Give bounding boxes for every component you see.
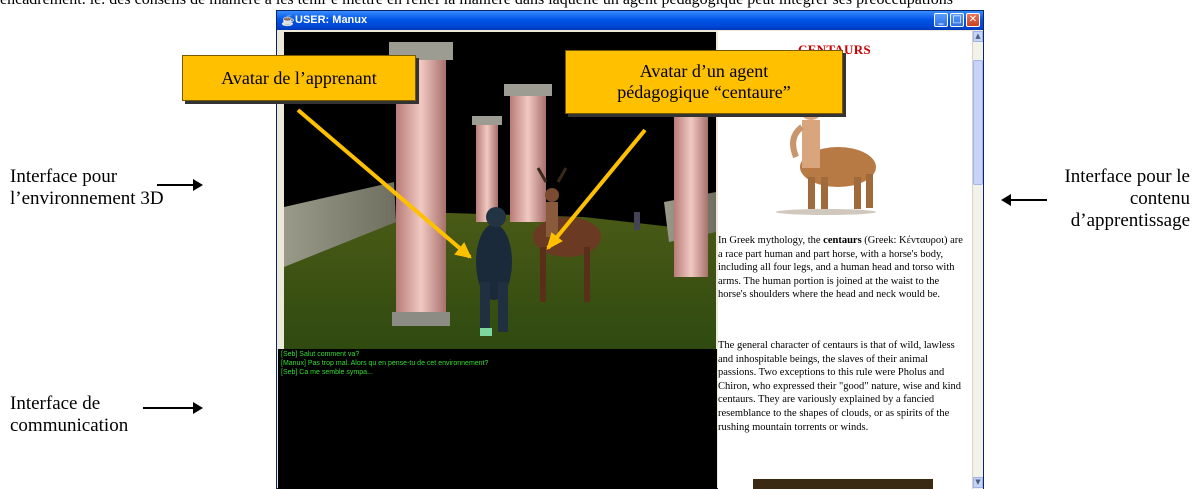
callout-agent-avatar: Avatar d’un agent pédagogique “centaure” <box>565 50 843 114</box>
callout-learner-avatar: Avatar de l’apprenant <box>182 55 416 101</box>
